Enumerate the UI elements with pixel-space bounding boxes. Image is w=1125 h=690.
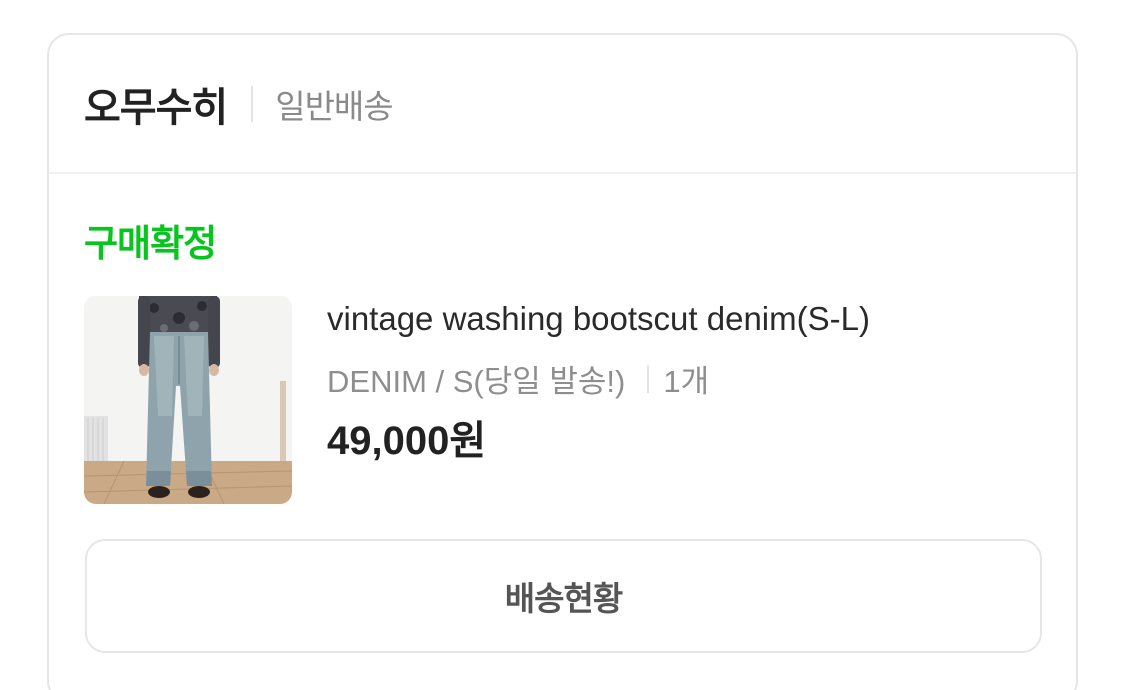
product-option: DENIM / S(당일 발송!) xyxy=(327,364,626,399)
product-option-row: DENIM / S(당일 발송!) 1개 xyxy=(327,356,709,401)
delivery-tracking-button[interactable]: 배송현황 xyxy=(85,539,1042,653)
product-price: 49,000원 xyxy=(327,419,487,463)
product-quantity: 1개 xyxy=(663,364,710,399)
header-divider xyxy=(251,85,254,122)
product-item[interactable]: vintage washing bootscut denim(S-L) DENI… xyxy=(84,296,1044,506)
option-divider xyxy=(647,364,650,393)
product-photo-icon xyxy=(84,296,292,504)
store-name[interactable]: 오무수히 xyxy=(84,75,228,133)
delivery-type-label: 일반배송 xyxy=(275,86,393,126)
product-thumbnail[interactable] xyxy=(84,296,292,504)
order-status: 구매확정 xyxy=(84,222,217,265)
product-name[interactable]: vintage washing bootscut denim(S-L) xyxy=(327,300,870,338)
order-header: 오무수히 일반배송 xyxy=(49,35,1076,174)
order-card: 오무수히 일반배송 구매확정 vintage washing bootscut … xyxy=(47,33,1078,690)
